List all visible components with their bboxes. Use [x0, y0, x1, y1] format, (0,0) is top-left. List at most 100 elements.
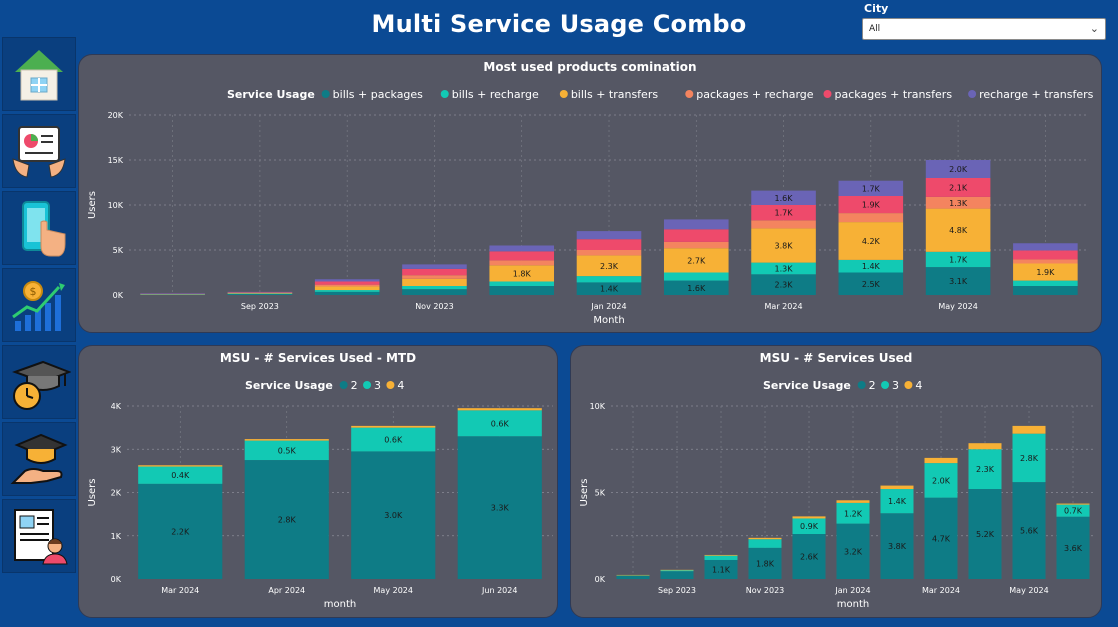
bar-segment[interactable]	[314, 290, 380, 292]
nav-profile-button[interactable]	[2, 499, 76, 573]
legend-entry[interactable]: 2	[869, 379, 876, 392]
finance-growth-icon: $	[12, 281, 65, 331]
bar-segment[interactable]	[663, 272, 729, 281]
bar-segment[interactable]	[489, 260, 555, 266]
bar-segment[interactable]	[1013, 286, 1078, 295]
svg-text:$: $	[30, 285, 37, 298]
bar-segment[interactable]	[244, 439, 329, 441]
all-chart-panel: MSU - # Services Used Service Usage 2 3 4 0K…	[570, 345, 1102, 618]
graduation-hand-icon	[10, 433, 68, 484]
bar-segment[interactable]	[457, 408, 542, 411]
all-stacked-bar-chart: Service Usage 2 3 4 0K 5K 10K Users Sep 2023 1.1K…	[579, 379, 1095, 610]
bar-segment[interactable]	[1013, 280, 1078, 286]
bar-segment[interactable]	[616, 574, 650, 576]
bar-segment[interactable]	[748, 539, 782, 548]
nav-finance-button[interactable]: $	[2, 268, 76, 342]
data-label: 1.7K	[949, 255, 968, 264]
city-dropdown[interactable]: All ⌄	[862, 18, 1106, 40]
bar-segment[interactable]	[1013, 250, 1078, 260]
legend-entry[interactable]: 4	[397, 379, 404, 392]
bar-segment[interactable]	[489, 286, 555, 295]
bar-segment[interactable]	[314, 281, 380, 285]
bar-segment[interactable]	[1012, 425, 1046, 434]
bar-segment[interactable]	[1056, 503, 1090, 505]
legend-title: Service Usage	[245, 379, 333, 392]
bar-segment[interactable]	[314, 284, 380, 287]
bar-segment[interactable]	[314, 286, 380, 291]
nav-phone-button[interactable]	[2, 191, 76, 265]
bar-segment[interactable]	[838, 213, 904, 223]
bar-segment[interactable]	[1013, 243, 1078, 251]
bar-segment[interactable]	[576, 276, 642, 283]
top-chart-panel: Most used products comination Service Us…	[78, 54, 1102, 333]
bar-segment[interactable]	[576, 250, 642, 256]
nav-home-button[interactable]	[2, 37, 76, 111]
bar-segment[interactable]	[751, 220, 816, 229]
bar-segment[interactable]	[140, 293, 205, 294]
bar-segment[interactable]	[660, 571, 694, 579]
nav-education-hand-button[interactable]	[2, 422, 76, 496]
bar-segment[interactable]	[351, 425, 436, 428]
bar-segment[interactable]	[402, 264, 467, 269]
bar-segment[interactable]	[704, 554, 738, 556]
bar-segment[interactable]	[880, 485, 914, 490]
legend-entry[interactable]: recharge + transfers	[979, 88, 1094, 101]
legend-entry[interactable]: packages + recharge	[696, 88, 813, 101]
bar-segment[interactable]	[489, 281, 555, 287]
bar-segment[interactable]	[836, 500, 870, 503]
bar-segment[interactable]	[227, 291, 293, 293]
legend-entry[interactable]: bills + transfers	[571, 88, 659, 101]
legend-entry[interactable]: bills + packages	[333, 88, 424, 101]
data-label: 0.9K	[800, 522, 819, 531]
bar-segment[interactable]	[402, 286, 467, 290]
bar-segment[interactable]	[402, 278, 467, 286]
legend-entry[interactable]: 3	[374, 379, 381, 392]
top-stacked-bar-chart: Service Usage bills + packages bills + rec…	[87, 88, 1094, 326]
bar-segment[interactable]	[968, 443, 1002, 450]
bar-segment[interactable]	[663, 219, 729, 230]
bar-segment[interactable]	[402, 275, 467, 279]
legend-entry[interactable]: 4	[915, 379, 922, 392]
bar-segment[interactable]	[489, 245, 555, 252]
legend-entry[interactable]: 3	[892, 379, 899, 392]
bar-segment[interactable]	[314, 279, 380, 282]
bar-segment[interactable]	[576, 231, 642, 240]
y-tick-label: 20K	[108, 111, 124, 120]
bar-segment[interactable]	[489, 251, 555, 261]
bar-segment[interactable]	[663, 241, 729, 249]
bar-segment[interactable]	[227, 293, 293, 295]
bar-segment[interactable]	[402, 289, 467, 295]
mtd-chart-panel: MSU - # Services Used - MTD Service Usag…	[78, 345, 558, 618]
city-slicer-label: City	[864, 2, 889, 15]
nav-education-time-button[interactable]	[2, 345, 76, 419]
bar-segment[interactable]	[924, 457, 958, 464]
bar-segment[interactable]	[660, 569, 694, 571]
y-tick-label: 0K	[111, 575, 122, 584]
bar-segment[interactable]	[1013, 259, 1078, 264]
legend-entry[interactable]: packages + transfers	[835, 88, 953, 101]
data-label: 0.6K	[384, 436, 403, 445]
data-label: 0.7K	[1064, 507, 1083, 516]
bar-segment[interactable]	[616, 575, 650, 579]
chart-legend: Service Usage 2 3 4	[763, 379, 922, 392]
bar-segment[interactable]	[704, 555, 738, 560]
legend-entry[interactable]: bills + recharge	[452, 88, 539, 101]
bar-segment[interactable]	[576, 239, 642, 250]
bar-segment[interactable]	[792, 516, 826, 519]
x-tick-label: Mar 2024	[922, 586, 960, 595]
x-tick-label: Sep 2023	[658, 586, 696, 595]
y-tick-label: 5K	[113, 246, 124, 255]
bar-segment[interactable]	[138, 465, 223, 467]
bar-segment[interactable]	[748, 537, 782, 540]
y-tick-label: 5K	[595, 489, 606, 498]
bar-segment[interactable]	[314, 291, 380, 295]
y-tick-label: 0K	[595, 575, 606, 584]
legend-marker	[386, 381, 395, 389]
data-label: 1.4K	[862, 262, 881, 271]
bar-segment[interactable]	[663, 229, 729, 242]
bar-segment[interactable]	[402, 268, 467, 276]
nav-report-button[interactable]	[2, 114, 76, 188]
bar-segment[interactable]	[227, 293, 293, 295]
legend-entry[interactable]: 2	[351, 379, 358, 392]
bar-segment[interactable]	[227, 292, 293, 294]
